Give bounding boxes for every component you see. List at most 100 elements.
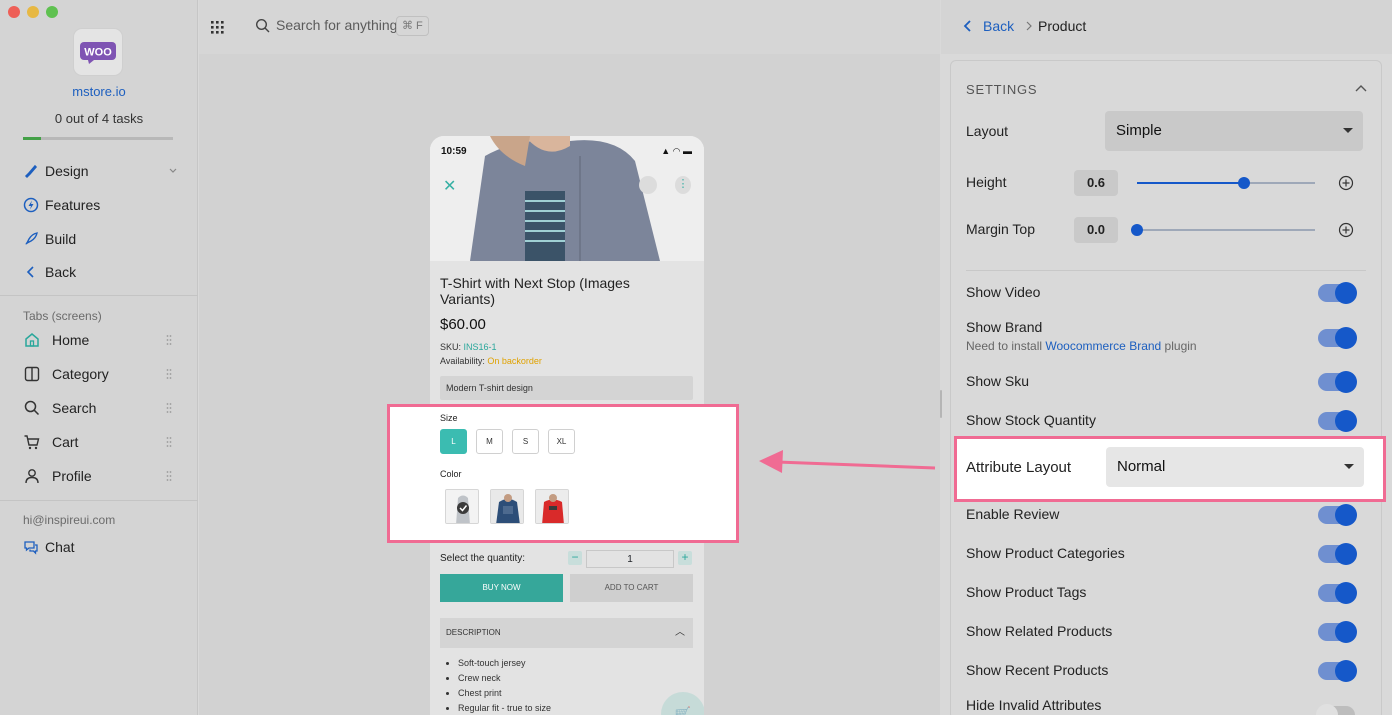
product-sku: SKU: INS16-1	[440, 342, 497, 352]
show-tags-toggle[interactable]	[1318, 582, 1357, 604]
quantity-increment-button[interactable]: +	[678, 551, 692, 565]
resize-handle[interactable]	[940, 390, 942, 418]
drag-handle-icon[interactable]	[166, 402, 172, 414]
add-circle-icon[interactable]	[1338, 222, 1354, 238]
tab-profile-label: Profile	[52, 468, 92, 484]
cart-icon	[23, 433, 43, 451]
tasks-progress	[23, 137, 173, 140]
tab-search-label: Search	[52, 400, 97, 416]
rocket-icon	[23, 231, 39, 247]
apps-grid-icon[interactable]	[210, 19, 226, 35]
height-value[interactable]: 0.6	[1074, 170, 1118, 196]
nav-back[interactable]: Back	[23, 260, 76, 284]
size-option-s[interactable]: S	[512, 429, 539, 454]
drag-handle-icon[interactable]	[166, 368, 172, 380]
show-related-label: Show Related Products	[966, 623, 1113, 639]
add-to-cart-fab[interactable]: 🛒	[661, 692, 704, 715]
enable-review-toggle[interactable]	[1318, 504, 1357, 526]
add-circle-icon[interactable]	[1338, 175, 1354, 191]
show-brand-toggle[interactable]	[1318, 327, 1357, 349]
nav-design-label: Design	[45, 163, 89, 179]
height-slider[interactable]	[1137, 177, 1315, 189]
show-recent-toggle[interactable]	[1318, 660, 1357, 682]
search-icon[interactable]	[255, 18, 271, 34]
dropdown-caret-icon	[1343, 128, 1353, 133]
maximize-window-button[interactable]	[46, 6, 58, 18]
color-swatch-1[interactable]	[445, 489, 479, 524]
layout-value: Simple	[1116, 122, 1162, 139]
height-slider-knob[interactable]	[1237, 177, 1250, 189]
show-video-toggle[interactable]	[1318, 282, 1357, 304]
add-to-cart-button[interactable]: ADD TO CART	[570, 574, 693, 602]
nav-features-label: Features	[45, 197, 101, 213]
show-stock-toggle[interactable]	[1318, 410, 1357, 432]
color-label: Color	[440, 469, 462, 479]
buy-now-button[interactable]: BUY NOW	[440, 574, 563, 602]
nav-build[interactable]: Build	[23, 227, 76, 251]
search-input[interactable]: Search for anything	[276, 17, 397, 33]
attribute-layout-value: Normal	[1117, 458, 1166, 475]
product-availability: Availability: On backorder	[440, 356, 542, 366]
layout-select[interactable]: Simple	[1105, 111, 1363, 151]
chevron-down-icon[interactable]	[168, 166, 178, 176]
support-email: hi@inspireui.com	[23, 513, 116, 527]
color-swatch-2[interactable]	[490, 489, 524, 524]
description-accordion[interactable]: DESCRIPTION ︿	[440, 618, 693, 648]
nav-design[interactable]: Design	[23, 159, 89, 183]
tasks-counter: 0 out of 4 tasks	[54, 111, 144, 126]
chevron-up-icon[interactable]	[1355, 83, 1367, 93]
tab-category[interactable]: Category	[23, 362, 178, 386]
margin-top-value[interactable]: 0.0	[1074, 217, 1118, 243]
close-icon[interactable]: ✕	[443, 176, 456, 196]
close-window-button[interactable]	[8, 6, 20, 18]
nav-chat-label: Chat	[45, 539, 75, 555]
tab-profile[interactable]: Profile	[23, 464, 178, 488]
quantity-input[interactable]: 1	[586, 550, 674, 568]
hide-invalid-label: Hide Invalid Attributes	[966, 697, 1102, 713]
nav-chat[interactable]: Chat	[23, 535, 75, 559]
nav-build-label: Build	[45, 231, 77, 247]
tab-home[interactable]: Home	[23, 328, 178, 352]
margin-top-slider[interactable]	[1131, 224, 1315, 236]
product-price: $60.00	[440, 316, 486, 333]
woocommerce-brand-link[interactable]: Woocommerce Brand	[1045, 339, 1161, 353]
brand-note-prefix: Need to install	[966, 339, 1046, 353]
show-sku-toggle[interactable]	[1318, 371, 1357, 393]
tab-category-label: Category	[52, 366, 109, 382]
size-option-m[interactable]: M	[476, 429, 503, 454]
attribute-preview-highlight: Size L M S XL Color	[387, 404, 739, 543]
show-tags-label: Show Product Tags	[966, 584, 1087, 600]
color-swatch-3[interactable]	[535, 489, 569, 524]
size-option-xl[interactable]: XL	[548, 429, 575, 454]
heart-icon[interactable]	[639, 176, 657, 194]
drag-handle-icon[interactable]	[166, 334, 172, 346]
top-bar: Search for anything ⌘ F	[199, 0, 940, 54]
status-time: 10:59	[441, 146, 467, 157]
short-description: Modern T-shirt design	[440, 376, 693, 400]
product-image: 10:59 ▲ ◠ ▬ ✕ ⋮	[430, 136, 704, 261]
store-name[interactable]: mstore.io	[0, 84, 198, 99]
size-option-l[interactable]: L	[440, 429, 467, 454]
back-link[interactable]: Back	[963, 18, 1014, 34]
show-sku-label: Show Sku	[966, 373, 1030, 389]
show-related-toggle[interactable]	[1318, 621, 1357, 643]
more-icon[interactable]: ⋮	[675, 176, 691, 194]
nav-features[interactable]: Features	[23, 193, 100, 217]
user-icon	[23, 467, 43, 485]
minimize-window-button[interactable]	[27, 6, 39, 18]
hide-invalid-toggle[interactable]	[1316, 704, 1355, 715]
drag-handle-icon[interactable]	[166, 436, 172, 448]
tab-search[interactable]: Search	[23, 396, 178, 420]
height-slider-fill	[1137, 182, 1244, 184]
show-categories-toggle[interactable]	[1318, 543, 1357, 565]
layout-label: Layout	[966, 123, 1009, 139]
drag-handle-icon[interactable]	[166, 470, 172, 482]
woo-logo[interactable]: WOO	[73, 28, 123, 76]
quantity-decrement-button[interactable]: −	[568, 551, 582, 565]
tab-cart[interactable]: Cart	[23, 430, 178, 454]
home-icon	[23, 331, 43, 349]
margin-top-slider-knob[interactable]	[1131, 224, 1143, 236]
margin-top-label: Margin Top	[966, 221, 1036, 237]
attribute-layout-select[interactable]: Normal	[1106, 447, 1364, 487]
description-list: Soft-touch jersey Crew neck Chest print …	[458, 656, 551, 715]
